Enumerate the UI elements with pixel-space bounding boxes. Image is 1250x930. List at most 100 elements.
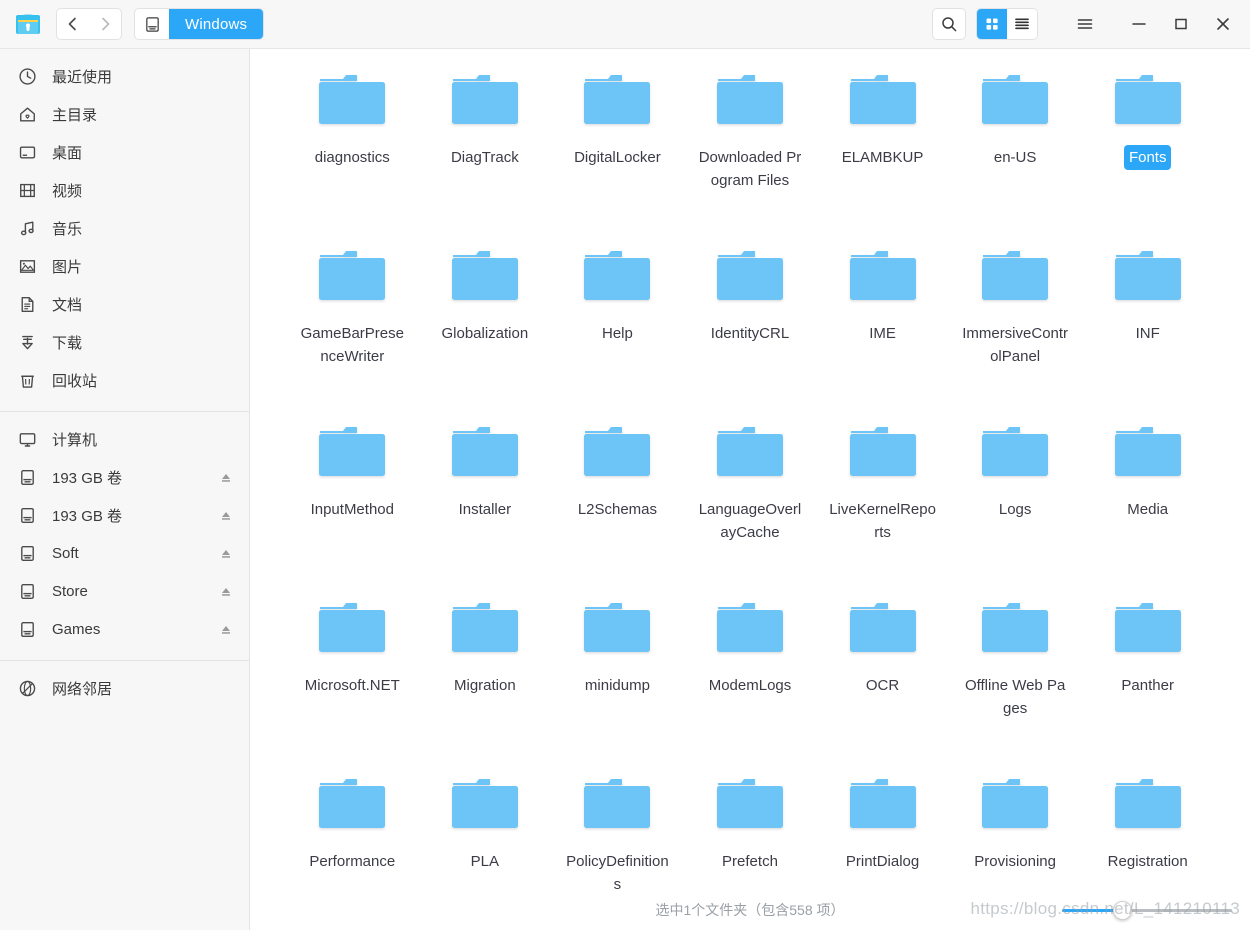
- breadcrumb-item-windows[interactable]: Windows: [169, 9, 264, 39]
- sidebar-item-device[interactable]: 193 GB 卷: [0, 458, 249, 496]
- file-item[interactable]: Registration: [1081, 767, 1214, 890]
- file-item[interactable]: OCR: [816, 591, 949, 767]
- file-item[interactable]: Installer: [419, 415, 552, 591]
- sidebar-item-place[interactable]: 图片: [0, 247, 249, 285]
- sidebar-item-place[interactable]: 文档: [0, 285, 249, 323]
- list-view-button[interactable]: [1007, 9, 1037, 39]
- folder-icon: [844, 247, 922, 309]
- main-menu-button[interactable]: [1064, 4, 1106, 44]
- eject-icon[interactable]: [217, 584, 235, 598]
- file-item[interactable]: Media: [1081, 415, 1214, 591]
- grid-view-button[interactable]: [977, 9, 1007, 39]
- sidebar-item-place[interactable]: 回收站: [0, 361, 249, 399]
- file-item-label: minidump: [584, 677, 650, 694]
- file-item-label: Migration: [454, 677, 516, 694]
- hamburger-menu-icon: [1077, 19, 1093, 29]
- file-item[interactable]: ImmersiveControlPanel: [949, 239, 1082, 415]
- file-item[interactable]: Provisioning: [949, 767, 1082, 890]
- sidebar-item-place[interactable]: 最近使用: [0, 57, 249, 95]
- file-item[interactable]: LanguageOverlayCache: [684, 415, 817, 591]
- zoom-slider[interactable]: [1062, 900, 1232, 920]
- file-item[interactable]: GameBarPresenceWriter: [286, 239, 419, 415]
- drive-icon: [16, 542, 38, 564]
- eject-icon[interactable]: [217, 622, 235, 636]
- file-item[interactable]: Fonts: [1081, 63, 1214, 239]
- folder-icon: [711, 423, 789, 485]
- file-item-label: OCR: [865, 677, 900, 694]
- folder-icon: [578, 71, 656, 133]
- file-item[interactable]: PLA: [419, 767, 552, 890]
- back-button[interactable]: [57, 9, 89, 39]
- file-item[interactable]: minidump: [551, 591, 684, 767]
- file-item[interactable]: Help: [551, 239, 684, 415]
- sidebar-item-place[interactable]: 视频: [0, 171, 249, 209]
- file-item[interactable]: ModemLogs: [684, 591, 817, 767]
- file-item[interactable]: DigitalLocker: [551, 63, 684, 239]
- file-item[interactable]: INF: [1081, 239, 1214, 415]
- folder-icon: [578, 775, 656, 837]
- search-button[interactable]: [932, 8, 966, 40]
- sidebar-item-device[interactable]: Soft: [0, 534, 249, 572]
- file-item[interactable]: IME: [816, 239, 949, 415]
- file-item[interactable]: InputMethod: [286, 415, 419, 591]
- file-item[interactable]: IdentityCRL: [684, 239, 817, 415]
- file-item-label: Registration: [1107, 853, 1188, 870]
- file-item[interactable]: Downloaded Program Files: [684, 63, 817, 239]
- sidebar-item-label: 193 GB 卷: [52, 507, 123, 525]
- file-item-label: GameBarPresenceWriter: [300, 325, 404, 365]
- file-item[interactable]: Globalization: [419, 239, 552, 415]
- file-item-label: Help: [601, 325, 633, 342]
- file-item[interactable]: Prefetch: [684, 767, 817, 890]
- file-item[interactable]: ELAMBKUP: [816, 63, 949, 239]
- sidebar-item-device[interactable]: Games: [0, 610, 249, 648]
- sidebar-item-device[interactable]: 193 GB 卷: [0, 496, 249, 534]
- file-item[interactable]: en-US: [949, 63, 1082, 239]
- folder-icon: [1109, 247, 1187, 309]
- file-item-label: Offline Web Pages: [964, 677, 1066, 717]
- zoom-slider-handle[interactable]: [1112, 900, 1132, 920]
- file-item-label: INF: [1135, 325, 1160, 342]
- file-item[interactable]: Panther: [1081, 591, 1214, 767]
- file-item-label: en-US: [993, 149, 1037, 166]
- drive-icon: [145, 16, 159, 32]
- file-item[interactable]: L2Schemas: [551, 415, 684, 591]
- forward-button[interactable]: [89, 9, 121, 39]
- eject-icon[interactable]: [217, 546, 235, 560]
- sidebar-item-label: Soft: [52, 544, 79, 562]
- file-item[interactable]: DiagTrack: [419, 63, 552, 239]
- eject-icon[interactable]: [217, 508, 235, 522]
- close-button[interactable]: [1202, 4, 1244, 44]
- maximize-button[interactable]: [1160, 4, 1202, 44]
- file-item[interactable]: Migration: [419, 591, 552, 767]
- sidebar-item-place[interactable]: 下载: [0, 323, 249, 361]
- sidebar-places-group: 最近使用 主目录 桌面 视频 音乐 图片 文档 下载 回收站: [0, 57, 249, 405]
- drive-icon: [16, 466, 38, 488]
- folder-icon: [313, 599, 391, 661]
- sidebar-item-place[interactable]: 音乐: [0, 209, 249, 247]
- sidebar-network-group: 网络邻居: [0, 669, 249, 713]
- breadcrumb-root-drive[interactable]: [135, 9, 169, 39]
- sidebar-item-place[interactable]: 主目录: [0, 95, 249, 133]
- file-item[interactable]: LiveKernelReports: [816, 415, 949, 591]
- sidebar-item-network[interactable]: 网络邻居: [0, 669, 249, 707]
- eject-icon[interactable]: [217, 470, 235, 484]
- sidebar-item-place[interactable]: 桌面: [0, 133, 249, 171]
- file-manager-window: Windows 最近使用 主目录 桌面 视频 音乐 图片 文档 下载 回收站 计…: [0, 0, 1250, 930]
- sidebar-item-device[interactable]: 计算机: [0, 420, 249, 458]
- file-item[interactable]: Performance: [286, 767, 419, 890]
- folder-icon: [313, 775, 391, 837]
- folder-icon: [711, 71, 789, 133]
- file-item[interactable]: Logs: [949, 415, 1082, 591]
- file-item[interactable]: PolicyDefinitions: [551, 767, 684, 890]
- file-item[interactable]: Offline Web Pages: [949, 591, 1082, 767]
- statusbar: 选中1个文件夹（包含558 项）: [250, 890, 1250, 930]
- sidebar-item-device[interactable]: Store: [0, 572, 249, 610]
- minimize-button[interactable]: [1118, 4, 1160, 44]
- file-item-label: Provisioning: [974, 853, 1056, 870]
- file-item[interactable]: PrintDialog: [816, 767, 949, 890]
- file-item-label: IME: [869, 325, 896, 342]
- file-item[interactable]: diagnostics: [286, 63, 419, 239]
- file-item[interactable]: Microsoft.NET: [286, 591, 419, 767]
- sidebar-item-label: 计算机: [52, 431, 98, 449]
- folder-icon: [446, 599, 524, 661]
